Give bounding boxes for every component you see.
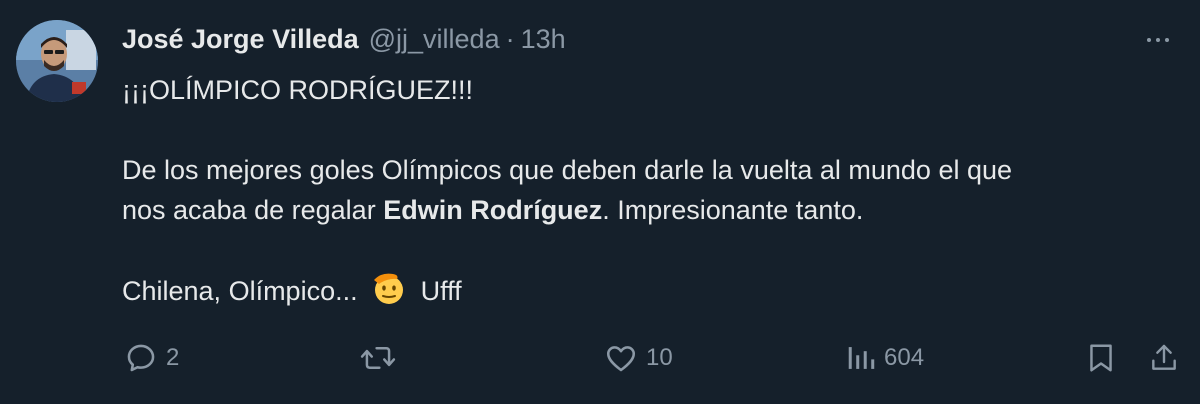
tweet-card: José Jorge Villeda @jj_villeda · 13h ¡¡¡… (0, 0, 1200, 404)
avatar-image (16, 20, 98, 102)
author-name[interactable]: José Jorge Villeda (122, 24, 359, 55)
avatar[interactable] (16, 20, 98, 102)
tweet-line-2: De los mejores goles Olímpicos que deben… (122, 155, 1013, 185)
bookmark-icon (1090, 344, 1112, 372)
share-icon (1152, 344, 1176, 370)
like-icon (606, 346, 636, 372)
saluting-face-emoji (371, 270, 407, 317)
retweet-button[interactable] (360, 336, 404, 380)
share-button[interactable] (1148, 336, 1180, 380)
tweet-line-3: nos acaba de regalar Edwin Rodríguez. Im… (122, 190, 1172, 230)
more-icon[interactable] (1138, 30, 1178, 50)
tweet-header: José Jorge Villeda @jj_villeda · 13h (122, 24, 566, 60)
tweet-timestamp[interactable]: 13h (521, 24, 566, 55)
reply-count: 2 (166, 344, 180, 371)
tweet-line-4: Chilena, Olímpico... Ufff (122, 270, 1172, 310)
reply-icon (127, 344, 155, 372)
retweet-icon (360, 347, 396, 369)
tweet-line-3-start: nos acaba de regalar (122, 195, 376, 225)
separator-dot: · (505, 24, 515, 54)
mentioned-player: Edwin Rodríguez (383, 195, 603, 225)
tweet-line-4-start: Chilena, Olímpico... (122, 276, 358, 306)
bookmark-button[interactable] (1086, 336, 1116, 380)
like-button[interactable]: 10 (604, 336, 673, 380)
tweet-text: ¡¡¡OLÍMPICO RODRÍGUEZ!!! De los mejores … (122, 70, 1172, 310)
tweet-line-1: ¡¡¡OLÍMPICO RODRÍGUEZ!!! (122, 75, 473, 105)
reply-button[interactable]: 2 (124, 336, 179, 380)
views-button[interactable]: 604 (846, 336, 924, 380)
views-icon (848, 347, 875, 369)
tweet-line-4-end: Ufff (420, 276, 462, 306)
tweet-actions: 2 10 604 (0, 336, 1200, 380)
tweet-line-3-end: . Impresionante tanto. (602, 195, 864, 225)
like-count: 10 (646, 344, 673, 371)
author-handle[interactable]: @jj_villeda (369, 24, 500, 55)
views-count: 604 (884, 344, 925, 371)
